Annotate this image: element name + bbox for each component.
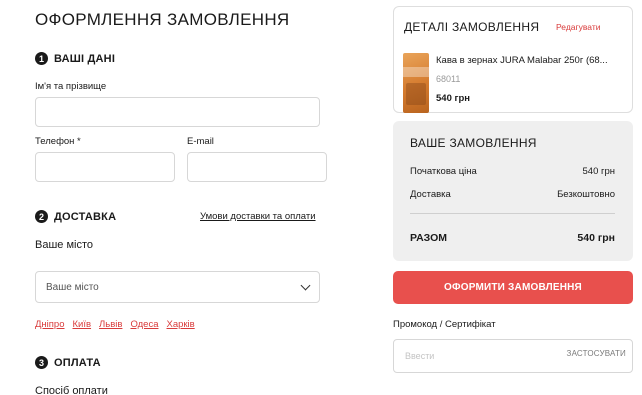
- place-order-button[interactable]: ОФОРМИТИ ЗАМОВЛЕННЯ: [393, 271, 633, 304]
- page-title: ОФОРМЛЕННЯ ЗАМОВЛЕННЯ: [35, 10, 290, 29]
- order-summary-card: ВАШЕ ЗАМОВЛЕННЯ Початкова ціна 540 грн Д…: [393, 121, 633, 261]
- section-payment-header: 3 ОПЛАТА: [35, 356, 101, 369]
- quick-city-links: Дніпро Київ Львів Одеса Харків: [35, 319, 195, 330]
- total-value: 540 грн: [577, 232, 615, 244]
- order-details-card: ДЕТАЛІ ЗАМОВЛЕННЯ Редагувати Кава в зерн…: [393, 6, 633, 113]
- email-input[interactable]: [187, 152, 327, 182]
- delivery-cost-row: Доставка Безкоштовно: [410, 189, 615, 200]
- city-select-value: Ваше місто: [46, 281, 99, 293]
- payment-method-label: Спосіб оплати: [35, 385, 108, 395]
- city-link-dnipro[interactable]: Дніпро: [35, 319, 65, 330]
- order-details-title: ДЕТАЛІ ЗАМОВЛЕННЯ: [404, 20, 540, 34]
- city-label: Ваше місто: [35, 239, 93, 251]
- chevron-down-icon: [300, 280, 311, 290]
- total-label: РАЗОМ: [410, 232, 448, 244]
- promo-label: Промокод / Сертифікат: [393, 319, 496, 330]
- section-personal-header: 1 ВАШІ ДАНІ: [35, 52, 115, 65]
- product-name: Кава в зернах JURA Malabar 250г (68...: [436, 55, 608, 66]
- name-input[interactable]: [35, 97, 320, 127]
- promo-input[interactable]: [395, 341, 545, 371]
- delivery-cost-value: Безкоштовно: [557, 189, 615, 200]
- product-image: [403, 53, 429, 113]
- step-number-badge: 1: [35, 52, 48, 65]
- city-link-lviv[interactable]: Львів: [99, 319, 122, 330]
- step-number-badge: 2: [35, 210, 48, 223]
- promo-apply-button[interactable]: ЗАСТОСУВАТИ: [567, 349, 626, 358]
- delivery-terms-link[interactable]: Умови доставки та оплати: [200, 211, 316, 222]
- summary-divider: [410, 213, 615, 214]
- product-sku: 68011: [436, 74, 461, 84]
- initial-price-row: Початкова ціна 540 грн: [410, 166, 615, 177]
- city-link-kyiv[interactable]: Київ: [73, 319, 92, 330]
- city-select[interactable]: Ваше місто: [35, 271, 320, 303]
- total-row: РАЗОМ 540 грн: [410, 232, 615, 244]
- step-number-badge: 3: [35, 356, 48, 369]
- section-delivery-header: 2 ДОСТАВКА: [35, 210, 116, 223]
- section-delivery-title: ДОСТАВКА: [54, 210, 117, 223]
- section-payment-title: ОПЛАТА: [54, 356, 101, 369]
- city-link-kharkiv[interactable]: Харків: [166, 319, 194, 330]
- phone-input[interactable]: [35, 152, 175, 182]
- email-label: E-mail: [187, 136, 214, 147]
- edit-order-link[interactable]: Редагувати: [556, 22, 600, 32]
- name-label: Ім'я та прізвище: [35, 81, 107, 92]
- product-price: 540 грн: [436, 93, 470, 104]
- city-link-odesa[interactable]: Одеса: [130, 319, 158, 330]
- initial-price-label: Початкова ціна: [410, 166, 477, 177]
- phone-label: Телефон *: [35, 136, 81, 147]
- section-personal-title: ВАШІ ДАНІ: [54, 52, 116, 65]
- promo-field: ЗАСТОСУВАТИ: [393, 339, 633, 373]
- delivery-cost-label: Доставка: [410, 189, 451, 200]
- initial-price-value: 540 грн: [582, 166, 616, 177]
- order-summary-title: ВАШЕ ЗАМОВЛЕННЯ: [410, 136, 537, 150]
